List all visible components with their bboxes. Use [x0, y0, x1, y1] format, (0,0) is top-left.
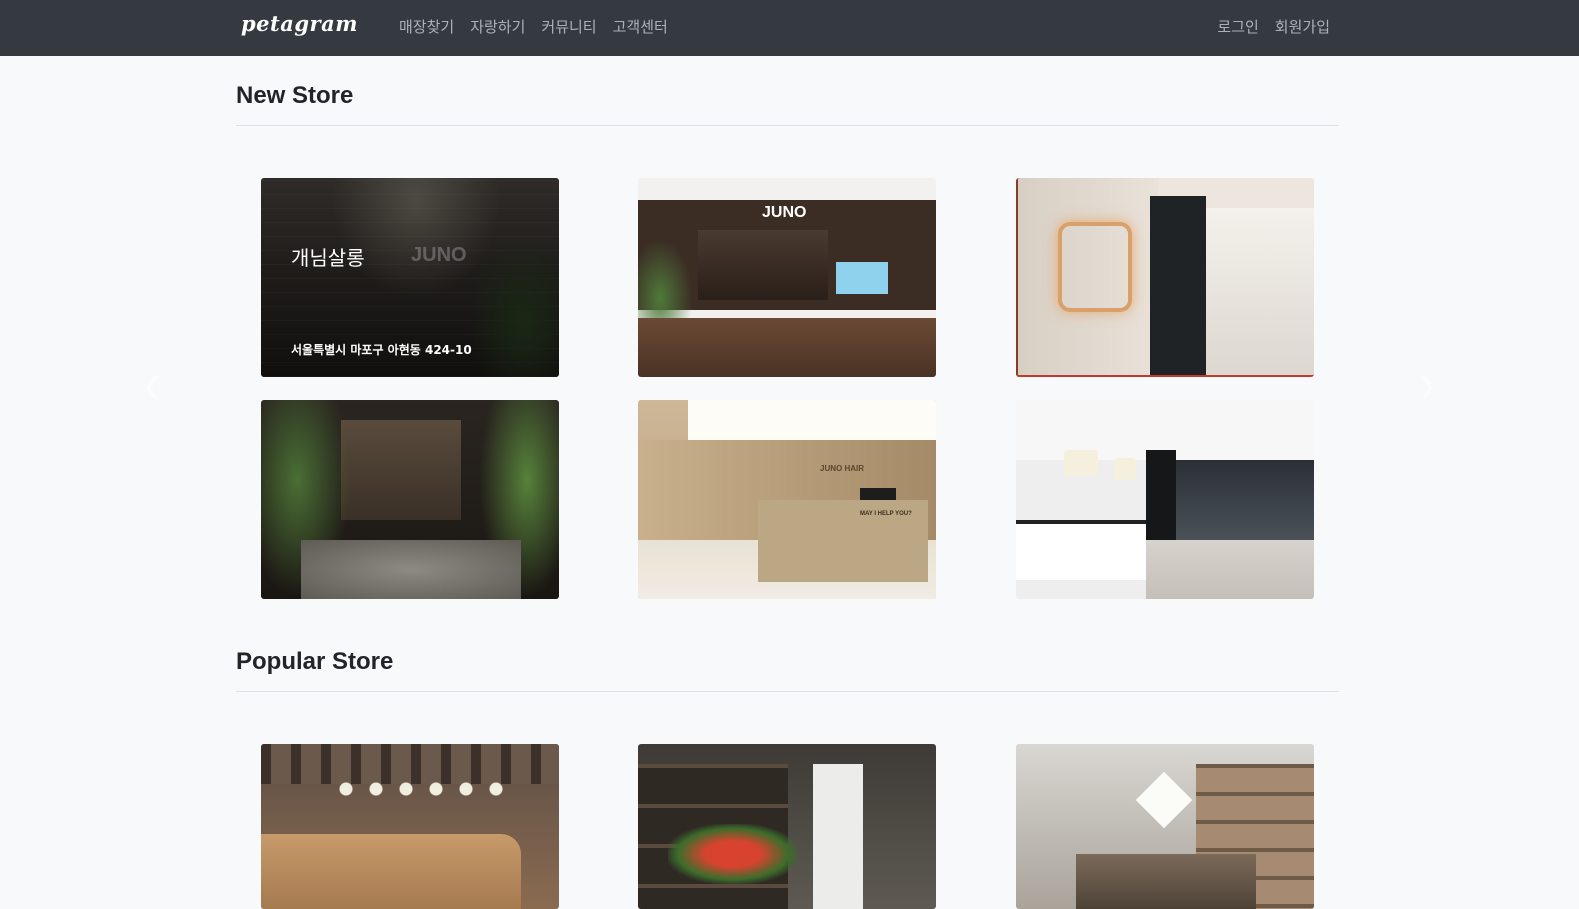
store-name: 개님살롱 — [291, 246, 365, 270]
new-store-divider — [236, 125, 1339, 126]
ceiling-light — [688, 400, 936, 440]
salon-interior-image — [1176, 460, 1314, 540]
floor — [1146, 540, 1314, 599]
new-store-card-2[interactable]: JUNO — [638, 178, 936, 377]
window-light — [813, 764, 863, 909]
illuminated-sign-image — [1058, 222, 1132, 312]
new-store-card-5[interactable]: JUNO HAIR MAY I HELP YOU? — [638, 400, 936, 599]
popular-store-card-2[interactable] — [638, 744, 936, 909]
main-nav: 매장찾기 자랑하기 커뮤니티 고객센터 — [399, 16, 668, 37]
flower-display — [668, 824, 798, 884]
carousel-prev-icon[interactable]: ❮ — [143, 374, 161, 399]
new-store-card-6[interactable] — [1016, 400, 1314, 599]
signup-link[interactable]: 회원가입 — [1275, 16, 1330, 37]
nav-link-customer-center[interactable]: 고객센터 — [613, 16, 668, 37]
auth-nav: 로그인 회원가입 — [1217, 16, 1330, 37]
pendant-lamp — [1064, 450, 1098, 476]
wooden-counter — [261, 834, 521, 909]
new-store-card-3[interactable] — [1016, 178, 1314, 377]
store-address: 서울특별시 마포구 아현동 424-10 — [291, 343, 472, 357]
nav-link-find-store[interactable]: 매장찾기 — [399, 16, 454, 37]
wood-floor — [638, 318, 936, 377]
pendant-lamp — [1114, 458, 1136, 480]
entrance-image — [698, 230, 828, 300]
carousel-next-icon[interactable]: ❯ — [1418, 374, 1436, 399]
popular-store-heading: Popular Store — [236, 648, 394, 675]
new-store-card-featured[interactable]: JUNO 개님살롱 서울특별시 마포구 아현동 424-10 — [261, 178, 559, 377]
popular-store-card-3[interactable] — [1016, 744, 1314, 909]
juno-hair-sign: JUNO HAIR — [820, 464, 865, 473]
reception-counter — [1016, 520, 1146, 580]
patterned-rug — [301, 540, 521, 599]
nav-link-community[interactable]: 커뮤니티 — [541, 16, 596, 37]
long-table — [1076, 854, 1256, 909]
glass-door — [1150, 196, 1206, 375]
top-navbar: petagram 매장찾기 자랑하기 커뮤니티 고객센터 로그인 회원가입 — [0, 0, 1579, 56]
new-store-card-4[interactable] — [261, 400, 559, 599]
login-link[interactable]: 로그인 — [1217, 16, 1258, 37]
diamond-light — [1135, 771, 1193, 829]
nav-link-show-off[interactable]: 자랑하기 — [470, 16, 525, 37]
popular-store-divider — [236, 691, 1339, 692]
help-desk-sign: MAY I HELP YOU? — [860, 511, 912, 517]
interior-image — [1206, 208, 1314, 375]
popular-store-card-1[interactable] — [261, 744, 559, 909]
brand-logo[interactable]: petagram — [241, 11, 358, 36]
counter-area — [341, 420, 461, 520]
pendant-lights — [331, 774, 511, 804]
display-screen — [836, 262, 888, 294]
new-store-heading: New Store — [236, 82, 354, 109]
juno-sign: JUNO — [762, 204, 807, 221]
